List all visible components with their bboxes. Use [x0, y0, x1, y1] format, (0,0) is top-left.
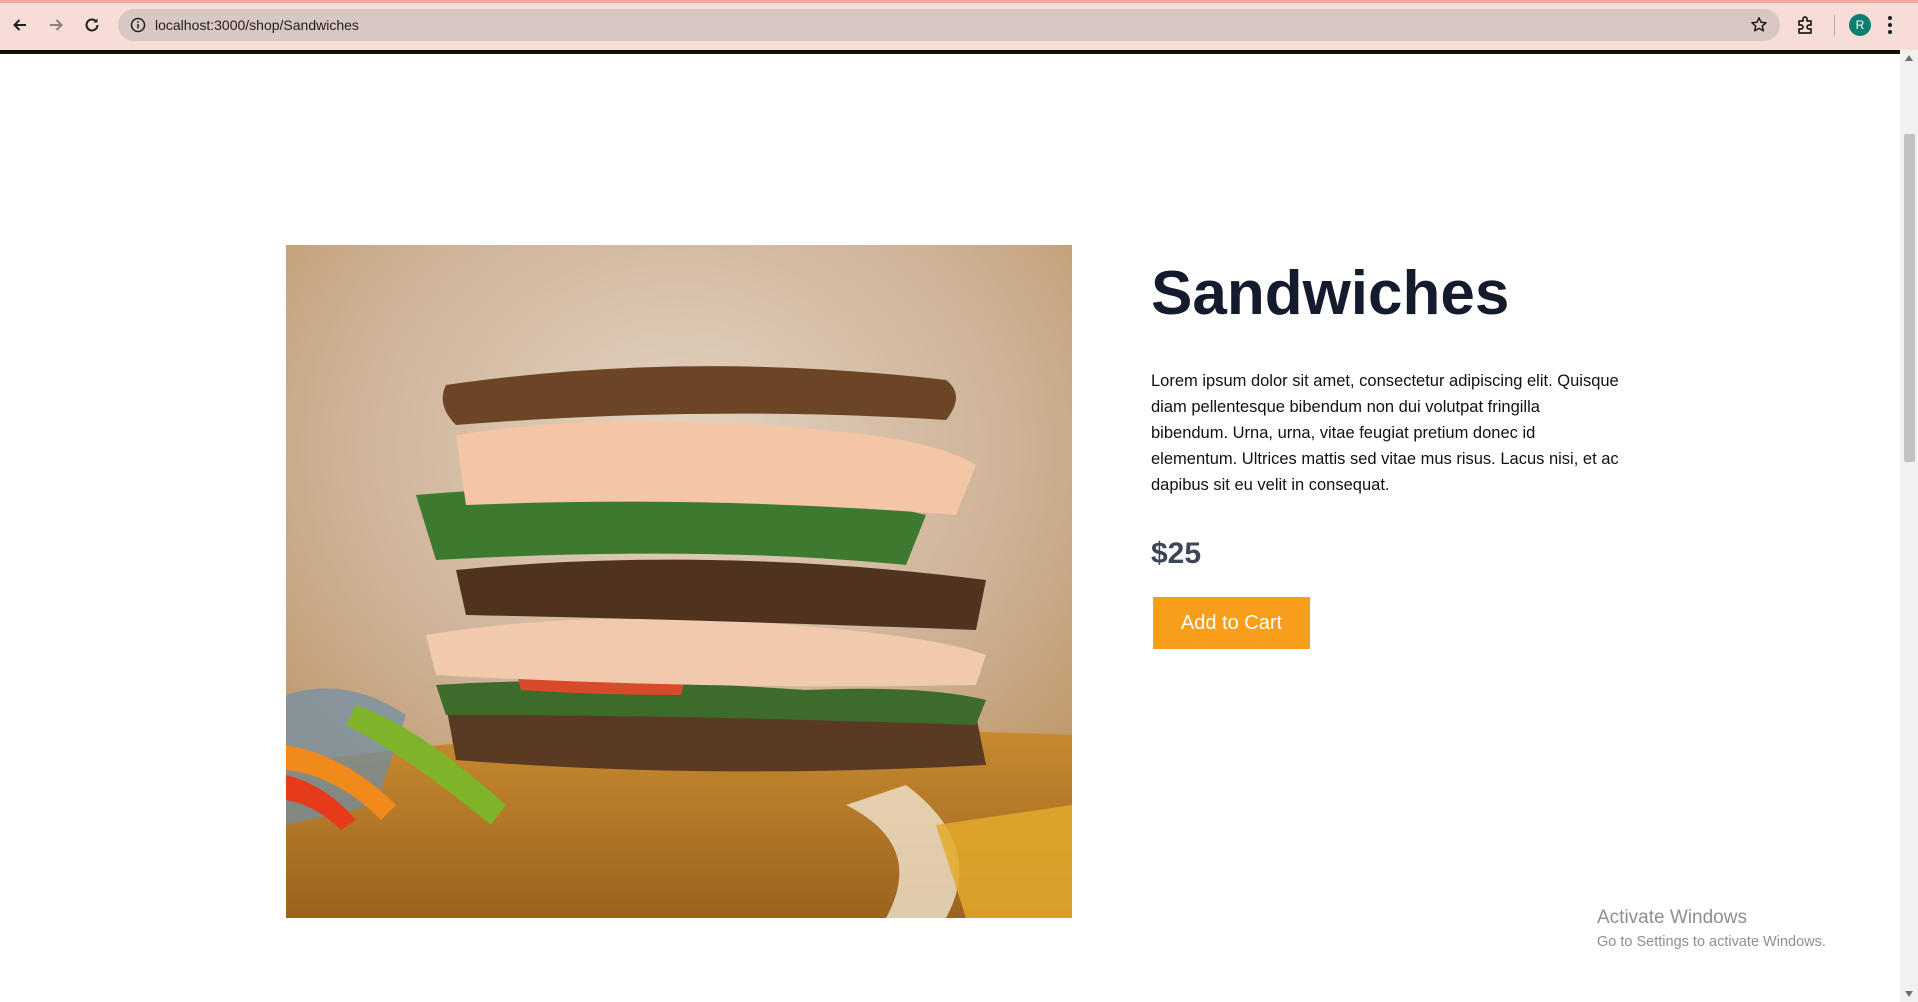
reload-button[interactable]: [78, 11, 106, 39]
address-url[interactable]: localhost:3000/shop/Sandwiches: [155, 9, 359, 41]
vertical-scrollbar[interactable]: [1900, 50, 1918, 1002]
arrow-right-icon: [50, 19, 63, 31]
profile-avatar[interactable]: R: [1849, 14, 1871, 36]
sandwich-illustration: [286, 245, 1072, 918]
product-price: $25: [1151, 537, 1202, 570]
product-description: Lorem ipsum dolor sit amet, consectetur …: [1151, 372, 1619, 494]
page-header-border: [0, 50, 1900, 54]
tab-strip-accent: [0, 0, 1918, 3]
kebab-menu-icon[interactable]: [1887, 13, 1893, 37]
scroll-down-icon[interactable]: [1904, 990, 1914, 998]
back-button[interactable]: [6, 11, 34, 39]
star-icon[interactable]: [1750, 16, 1768, 34]
forward-button[interactable]: [42, 11, 70, 39]
puzzle-icon[interactable]: [1795, 14, 1817, 36]
scroll-up-icon[interactable]: [1904, 54, 1914, 62]
reload-icon: [85, 18, 99, 32]
browser-toolbar: localhost:3000/shop/Sandwiches R: [0, 0, 1918, 50]
arrow-left-icon: [13, 19, 26, 31]
toolbar-divider: [1834, 15, 1835, 35]
address-bar[interactable]: localhost:3000/shop/Sandwiches: [118, 9, 1780, 41]
product-title: Sandwiches: [1151, 259, 1510, 328]
activation-watermark-subtitle: Go to Settings to activate Windows.: [1597, 934, 1826, 950]
activation-watermark-title: Activate Windows: [1597, 907, 1747, 928]
product-image: [286, 245, 1072, 918]
add-to-cart-button[interactable]: Add to Cart: [1153, 597, 1310, 649]
info-icon[interactable]: [130, 17, 146, 33]
scrollbar-thumb[interactable]: [1904, 134, 1915, 462]
